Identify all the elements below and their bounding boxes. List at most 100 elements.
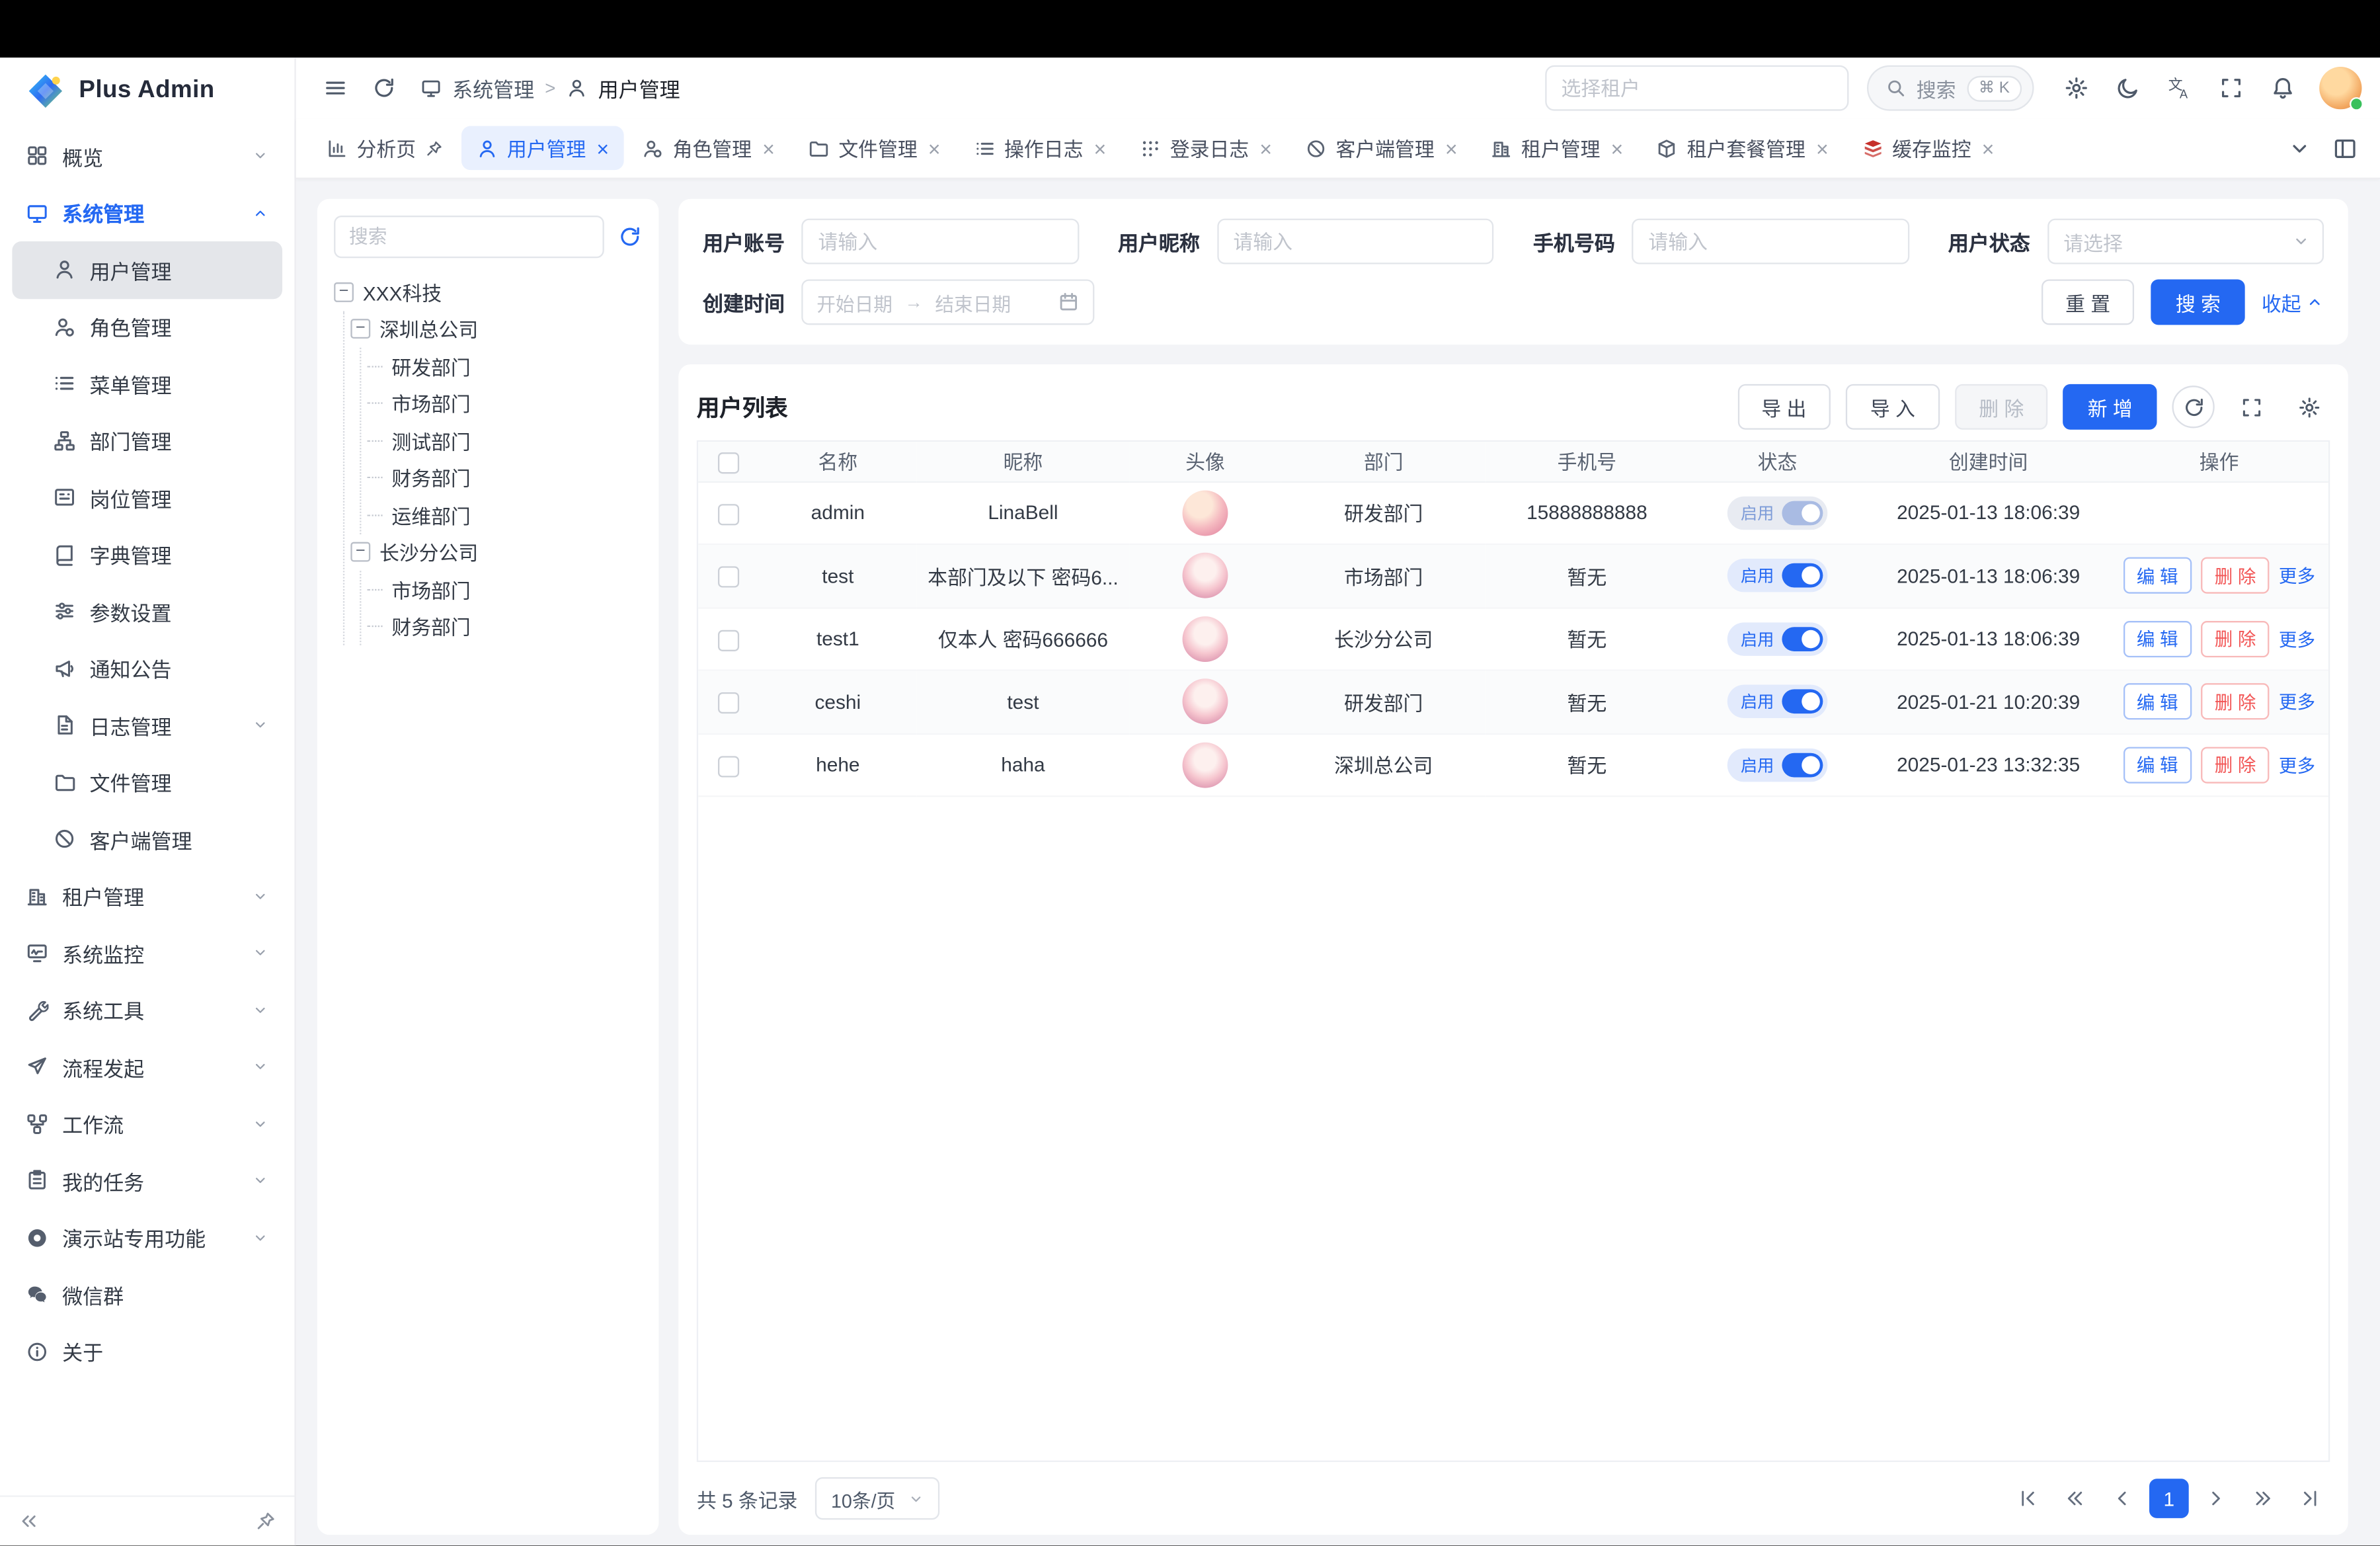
edit-button[interactable]: 编 辑 [2123, 684, 2192, 720]
edit-button[interactable]: 编 辑 [2123, 620, 2192, 657]
select-all-checkbox[interactable] [718, 452, 739, 473]
table-row[interactable]: adminLinaBell研发部门15888888888启用2025-01-13… [698, 481, 2328, 544]
more-button[interactable]: 更多 [2279, 692, 2315, 713]
menu-toggle-button[interactable] [314, 67, 356, 109]
close-tab-icon[interactable]: × [1982, 138, 1995, 159]
status-toggle[interactable]: 启用 [1727, 496, 1828, 530]
tree-refresh-button[interactable] [617, 225, 642, 249]
breadcrumb-item[interactable]: 系统管理 [452, 73, 534, 103]
table-row[interactable]: test1仅本人 密码666666长沙分公司暂无启用2025-01-13 18:… [698, 607, 2328, 670]
sidebar-subitem[interactable]: 部门管理 [12, 412, 282, 469]
expand-table-button[interactable] [2230, 386, 2272, 428]
more-button[interactable]: 更多 [2279, 629, 2315, 650]
tree-node[interactable]: 运维部门 [368, 497, 643, 534]
row-checkbox[interactable] [718, 566, 739, 587]
add-button[interactable]: 新 增 [2063, 384, 2157, 430]
delete-row-button[interactable]: 删 除 [2201, 747, 2270, 783]
table-row[interactable]: hehehaha深圳总公司暂无启用2025-01-23 13:32:35编 辑删… [698, 733, 2328, 796]
edit-button[interactable]: 编 辑 [2123, 747, 2192, 783]
sidebar-subitem[interactable]: 文件管理 [12, 754, 282, 811]
close-tab-icon[interactable]: × [928, 138, 941, 159]
table-settings-button[interactable] [2287, 386, 2330, 428]
first-page-button[interactable] [2008, 1479, 2047, 1518]
sidebar-subitem[interactable]: 参数设置 [12, 583, 282, 640]
close-tab-icon[interactable]: × [1259, 138, 1272, 159]
dept-tree-search-input[interactable] [334, 216, 604, 258]
last-page-button[interactable] [2291, 1479, 2330, 1518]
language-button[interactable]: 文A [2159, 67, 2201, 109]
filter-account-input[interactable] [801, 219, 1078, 264]
row-checkbox[interactable] [718, 755, 739, 776]
delete-row-button[interactable]: 删 除 [2201, 557, 2270, 594]
tree-node[interactable]: 财务部门 [368, 460, 643, 497]
delete-row-button[interactable]: 删 除 [2201, 620, 2270, 657]
delete-row-button[interactable]: 删 除 [2201, 684, 2270, 720]
prev-jump-button[interactable] [2055, 1479, 2095, 1518]
tenant-select-input[interactable] [1544, 65, 1848, 111]
sidebar-subitem[interactable]: 日志管理 [12, 697, 282, 754]
sidebar-item[interactable]: 系统管理 [12, 184, 282, 241]
tab-list-dropdown-button[interactable] [2280, 128, 2319, 168]
sidebar-subitem[interactable]: 客户端管理 [12, 811, 282, 868]
sidebar-subitem[interactable]: 通知公告 [12, 640, 282, 697]
row-checkbox[interactable] [718, 692, 739, 713]
notifications-button[interactable] [2262, 67, 2304, 109]
status-toggle[interactable]: 启用 [1727, 685, 1828, 719]
status-toggle[interactable]: 启用 [1727, 559, 1828, 592]
more-button[interactable]: 更多 [2279, 755, 2315, 776]
import-button[interactable]: 导 入 [1846, 384, 1939, 430]
tab-item[interactable]: 文件管理× [793, 126, 955, 171]
tab-item[interactable]: 租户套餐管理× [1642, 126, 1844, 171]
sidebar-subitem[interactable]: 字典管理 [12, 526, 282, 583]
table-row[interactable]: ceshitest研发部门暂无启用2025-01-21 10:20:39编 辑删… [698, 671, 2328, 733]
dark-mode-button[interactable] [2107, 67, 2149, 109]
sidebar-item[interactable]: 租户管理 [12, 868, 282, 924]
close-tab-icon[interactable]: × [1611, 138, 1624, 159]
sidebar-item[interactable]: 演示站专用功能 [12, 1209, 282, 1266]
status-toggle[interactable]: 启用 [1727, 748, 1828, 782]
fullscreen-button[interactable] [2210, 67, 2252, 109]
filter-created-range[interactable]: 开始日期 → 结束日期 [801, 279, 1094, 325]
tree-collapse-icon[interactable]: − [334, 282, 354, 302]
sidebar-item[interactable]: 我的任务 [12, 1153, 282, 1209]
sidebar-subitem[interactable]: 菜单管理 [12, 355, 282, 412]
tree-collapse-icon[interactable]: − [350, 319, 370, 339]
refresh-page-button[interactable] [363, 67, 405, 109]
current-page[interactable]: 1 [2149, 1479, 2189, 1518]
close-tab-icon[interactable]: × [1816, 138, 1829, 159]
delete-button[interactable]: 删 除 [1955, 384, 2048, 430]
sidebar-collapse-button[interactable] [19, 1510, 40, 1531]
sidebar-subitem[interactable]: 角色管理 [12, 298, 282, 355]
search-button[interactable]: 搜 索 [2151, 279, 2244, 325]
sidebar-item[interactable]: 关于 [12, 1323, 282, 1380]
next-jump-button[interactable] [2243, 1479, 2283, 1518]
close-tab-icon[interactable]: × [1445, 138, 1458, 159]
tree-node[interactable]: 财务部门 [368, 608, 643, 645]
export-button[interactable]: 导 出 [1737, 384, 1831, 430]
tree-node[interactable]: −长沙分公司 [350, 534, 642, 571]
sidebar-item[interactable]: 系统监控 [12, 924, 282, 981]
tree-collapse-icon[interactable]: − [350, 542, 370, 562]
sidebar-subitem[interactable]: 用户管理 [12, 241, 282, 298]
tree-node[interactable]: 市场部门 [368, 385, 643, 422]
sidebar-subitem[interactable]: 岗位管理 [12, 469, 282, 526]
filter-status-select[interactable]: 请选择 [2047, 219, 2324, 264]
tree-node[interactable]: −深圳总公司 [350, 311, 642, 348]
user-avatar[interactable] [2319, 67, 2361, 109]
page-size-select[interactable]: 10条/页 [816, 1477, 939, 1520]
sidebar-item[interactable]: 流程发起 [12, 1038, 282, 1095]
tree-node[interactable]: 市场部门 [368, 571, 643, 608]
reset-button[interactable]: 重 置 [2041, 279, 2134, 325]
tab-item[interactable]: 登录日志× [1125, 126, 1287, 171]
sidebar-item[interactable]: 微信群 [12, 1266, 282, 1323]
sidebar-item[interactable]: 概览 [12, 128, 282, 184]
tab-item[interactable]: 分析页 [311, 126, 459, 171]
filter-phone-input[interactable] [1632, 219, 1909, 264]
tab-item[interactable]: 租户管理× [1476, 126, 1638, 171]
close-tab-icon[interactable]: × [762, 138, 775, 159]
tab-item[interactable]: 客户端管理× [1290, 126, 1473, 171]
sidebar-pin-button[interactable] [255, 1510, 276, 1531]
more-button[interactable]: 更多 [2279, 566, 2315, 587]
edit-button[interactable]: 编 辑 [2123, 557, 2192, 594]
layout-toggle-button[interactable] [2325, 128, 2365, 168]
